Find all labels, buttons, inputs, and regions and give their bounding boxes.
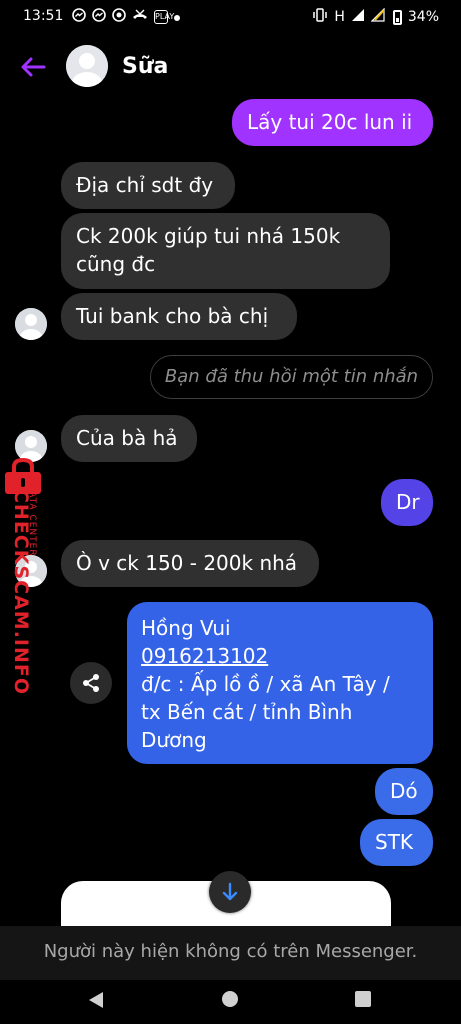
message-outgoing[interactable]: Lấy tui 20c lun ii [232, 99, 433, 146]
dot-icon [174, 9, 180, 25]
arrow-down-icon [222, 882, 238, 901]
vibrate-icon [312, 8, 328, 26]
phone-link[interactable]: 0916213102 [141, 642, 419, 670]
network-type: H [334, 9, 345, 25]
message-outgoing[interactable]: Dr [381, 479, 433, 526]
unavailable-footer: Người này hiện không có trên Messenger. [0, 926, 461, 980]
message-outgoing[interactable]: Dó [375, 768, 433, 815]
message-incoming[interactable]: Ò v ck 150 - 200k nhá [61, 540, 319, 587]
play-store-icon: PLAY [154, 10, 174, 24]
unavailable-notice: Người này hiện không có trên Messenger. [43, 941, 418, 962]
back-button[interactable] [18, 52, 48, 82]
card-name: Hồng Vui [141, 616, 231, 640]
system-icons: H 34% [312, 7, 439, 26]
checkscam-watermark: DATA CENTER CHECKSCAM.INFO [0, 452, 46, 695]
sender-avatar[interactable] [15, 308, 47, 340]
messenger-icon [72, 8, 86, 26]
no-sim-signal-icon [370, 7, 387, 26]
unsent-message-notice: Bạn đã thu hồi một tin nhắn [150, 355, 433, 399]
address-message[interactable]: Hồng Vui 0916213102 đ/c : Ấp lồ ồ / xã A… [127, 602, 433, 764]
battery-level: 34% [407, 9, 439, 25]
vpn-icon [112, 8, 126, 26]
card-address: đ/c : Ấp lồ ồ / xã An Tây / tx Bến cát /… [141, 672, 390, 752]
message-incoming[interactable]: Của bà hả [61, 415, 197, 462]
back-arrow-icon [21, 57, 46, 77]
message-incoming[interactable]: Địa chỉ sdt đy [61, 162, 235, 209]
nav-back-icon[interactable] [86, 990, 106, 1010]
nav-home-icon[interactable] [222, 991, 238, 1007]
status-time: 13:51 [23, 8, 64, 24]
signal-icon [351, 8, 365, 26]
notification-icons: PLAY [72, 8, 180, 26]
message-outgoing[interactable]: STK [360, 819, 433, 866]
scroll-to-bottom-button[interactable] [209, 871, 251, 913]
message-incoming[interactable]: Tui bank cho bà chị [61, 293, 297, 340]
messenger-icon [92, 8, 106, 26]
message-incoming[interactable]: Ck 200k giúp tui nhá 150k cũng đc [61, 213, 390, 289]
contact-name[interactable]: Sữa [122, 54, 168, 79]
android-nav-bar [0, 980, 461, 1024]
status-bar: 13:51 PLAY H 34% [0, 0, 461, 34]
share-button[interactable] [70, 662, 112, 704]
chat-header: Sữa [0, 34, 461, 100]
battery-icon [392, 9, 402, 25]
contact-avatar[interactable] [66, 45, 108, 87]
watermark-title: CHECKSCAM.INFO [10, 488, 32, 696]
share-icon [83, 674, 99, 692]
nav-recents-icon[interactable] [355, 991, 371, 1007]
missed-call-icon [132, 8, 148, 26]
